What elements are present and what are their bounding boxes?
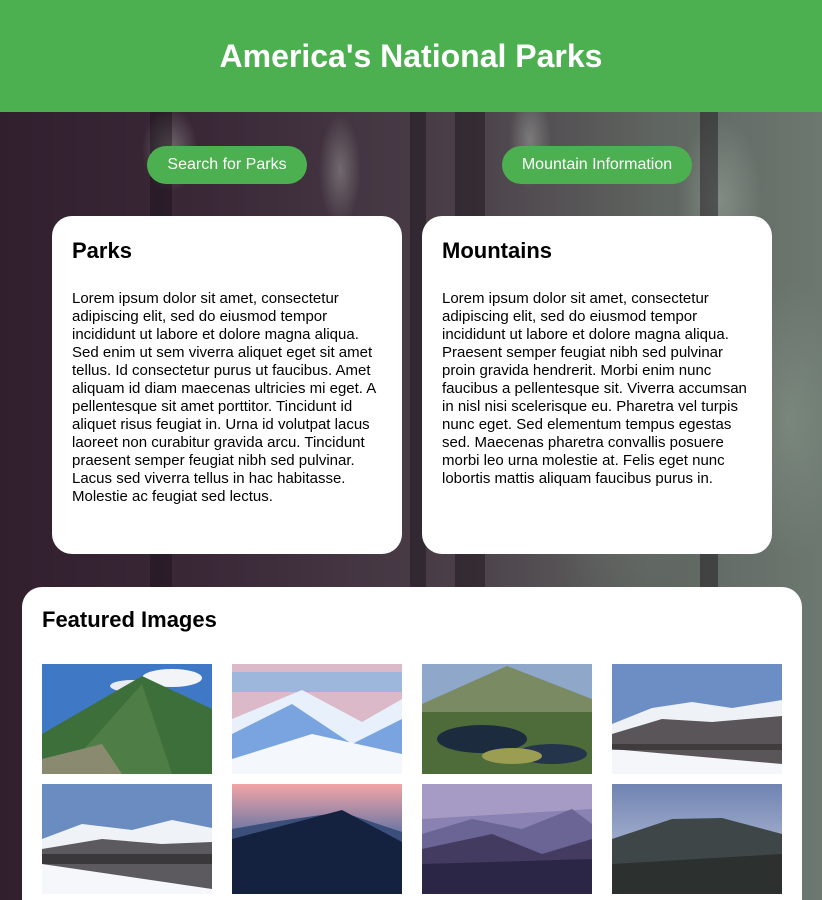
search-parks-button[interactable]: Search for Parks [147, 146, 307, 184]
mountains-card-title: Mountains [442, 238, 552, 263]
mountain-photo [232, 664, 402, 774]
mountain-photo [422, 784, 592, 894]
image-forested-summit[interactable] [612, 784, 782, 894]
mountain-photo [612, 664, 782, 774]
parks-card-text: Lorem ipsum dolor sit amet, consectetur … [72, 290, 376, 505]
mountain-photo [422, 664, 592, 774]
image-dusk-peak-silhouette[interactable] [232, 784, 402, 894]
featured-images-title: Featured Images [42, 607, 217, 632]
site-header: America's National Parks [0, 0, 822, 112]
mountain-photo [42, 784, 212, 894]
image-snowy-range-slope[interactable] [42, 784, 212, 894]
page-title: America's National Parks [219, 37, 603, 74]
parks-card: Parks Lorem ipsum dolor sit amet, consec… [52, 216, 402, 554]
mountain-info-button[interactable]: Mountain Information [502, 146, 692, 184]
mountain-photo [42, 664, 212, 774]
image-purple-haze-mountains[interactable] [422, 784, 592, 894]
mountain-photo [612, 784, 782, 894]
mountain-photo [232, 784, 402, 894]
image-alpine-pond-peak[interactable] [422, 664, 592, 774]
mountains-card-text: Lorem ipsum dolor sit amet, consectetur … [442, 290, 747, 487]
mountains-card: Mountains Lorem ipsum dolor sit amet, co… [422, 216, 772, 554]
image-snowy-ridges[interactable] [232, 664, 402, 774]
image-snowcapped-range[interactable] [612, 664, 782, 774]
image-green-mountain-peak[interactable] [42, 664, 212, 774]
parks-card-title: Parks [72, 238, 132, 263]
